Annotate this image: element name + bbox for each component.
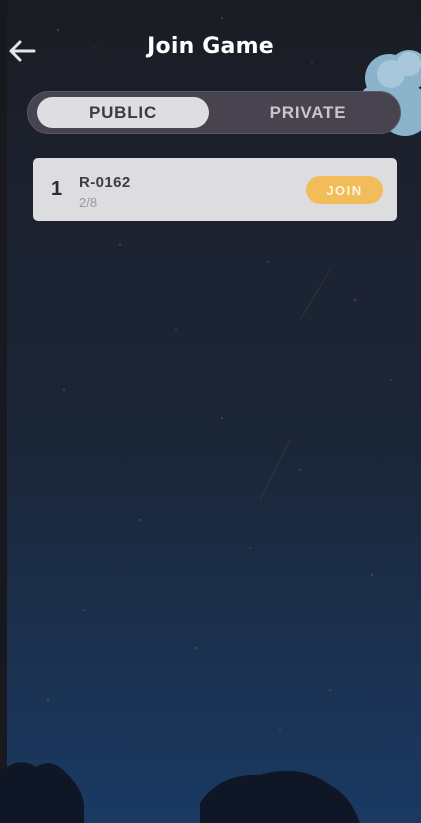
join-button[interactable]: JOIN [306,176,383,204]
tab-private[interactable]: PRIVATE [223,97,393,128]
room-player-count: 2/8 [79,195,98,210]
room-name: R-0162 [79,174,131,191]
room-list-item[interactable]: 1 R-0162 2/8 JOIN [33,158,397,221]
room-index: 1 [51,178,63,200]
tab-public[interactable]: PUBLIC [37,97,209,128]
room-type-tabs: PUBLIC PRIVATE [27,91,401,134]
hills-silhouette [0,762,360,823]
page-title: Join Game [147,34,274,59]
join-game-screen: Join Game PUBLIC PRIVATE 1 R-0162 2/8 JO… [0,0,421,823]
